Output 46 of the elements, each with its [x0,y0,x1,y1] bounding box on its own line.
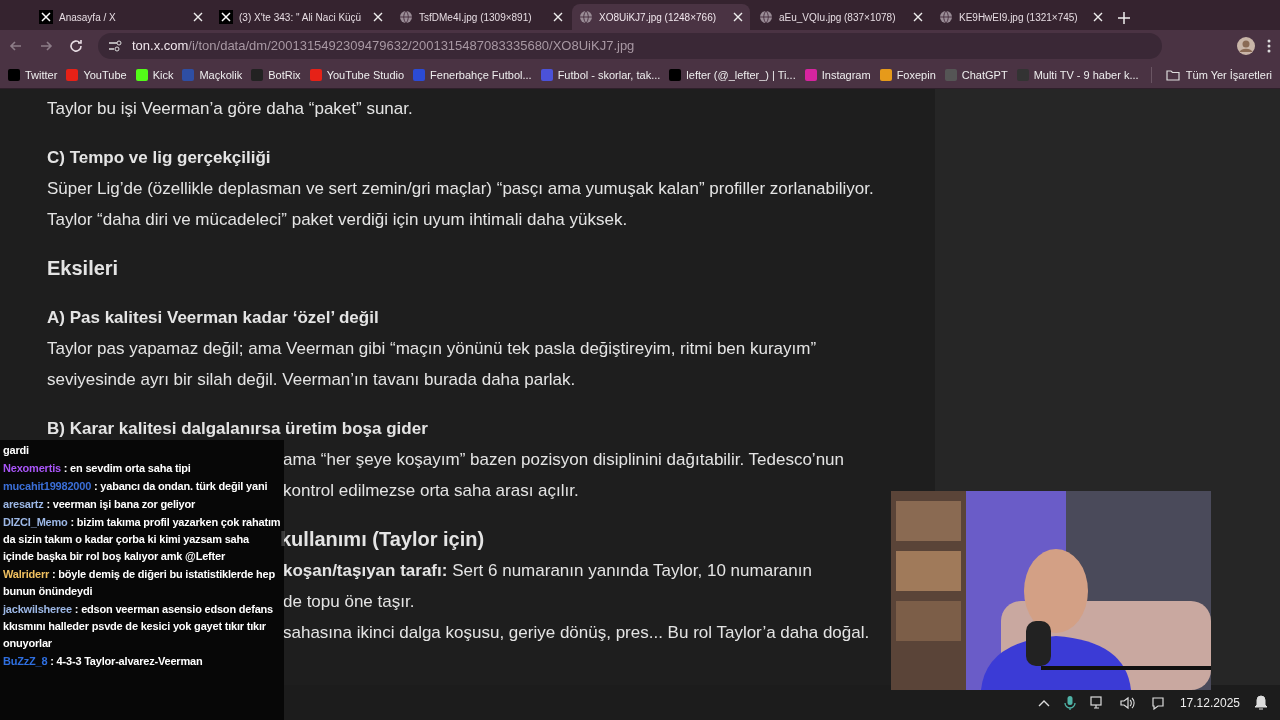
taskbar-date: 17.12.2025 [1179,694,1240,712]
bookmark-link[interactable]: Fenerbahçe Futbol... [413,66,532,84]
all-bookmarks-button[interactable]: Tüm Yer İşaretleri [1165,66,1272,84]
browser-tab[interactable]: (3) X'te 343: " Ali Naci Küçü [212,4,390,30]
browser-tab[interactable]: XO8UiKJ7.jpg (1248×766) [572,4,750,30]
browser-tab[interactable]: KE9HwEI9.jpg (1321×745) [932,4,1110,30]
bookmark-link[interactable]: Maçkolik [182,66,243,84]
chat-message: aresartz : veerman işi bana zor geliyor [3,497,197,512]
chat-message: Walriderr : böyle demiş de diğeri bu istatistiklerde hep bunun önündeydi [3,567,277,599]
bookmark-link[interactable]: Foxepin [879,66,936,84]
bookmark-link[interactable]: Multi TV - 9 haber k... [1016,66,1139,84]
browser-tab[interactable]: TsfDMe4I.jpg (1309×891) [392,4,570,30]
document-text: Taylor “daha diri ve mücadeleci” paket verdiği için uyum ihtimali daha yüksek. [47,210,628,229]
bookmark-link[interactable]: BotRix [251,66,301,84]
browser-tab[interactable]: aEu_VQIu.jpg (837×1078) [752,4,930,30]
bookmark-link[interactable]: ChatGPT [944,66,1008,84]
document-text: ama “her şeye koşayım” bazen pozisyon disiplinini dağıtabilir. Tedesco’nun [283,450,844,469]
document-text: Süper Lig’de (özellikle deplasman ve sert zemin/gri maçlar) “pasçı ama yumuşak kalan” profiller zorlanabiliyor. [47,179,874,198]
section-heading: Eksileri [47,257,119,279]
url-text: ton.x.com/i/ton/data/dm/2001315492309479632/2001315487083335680/XO8UiKJ7.jpg [132,37,635,56]
address-bar[interactable]: ton.x.com/i/ton/data/dm/2001315492309479632/2001315487083335680/XO8UiKJ7.jpg [98,33,1162,59]
section-heading: kullanımı (Taylor için) [280,528,485,550]
chat-message: mucahit19982000 : yabancı da ondan. türk değil yani [3,479,269,494]
bookmark-link[interactable]: lefter (@_lefter_) | Ti... [669,66,796,84]
bookmark-link[interactable]: YouTube Studio [309,66,405,84]
chat-message: gardi [3,443,30,458]
browser-tab[interactable]: Anasayfa / X [32,4,210,30]
document-text: seviyesinde ayrı bir silah değil. Veerman’ın tavanı burada daha parlak. [47,370,576,389]
bookmark-link[interactable]: Futbol - skorlar, tak... [540,66,661,84]
document-text: de topu öne taşır. [283,592,415,611]
chat-message: Nexomertis : en sevdim orta saha tipi [3,461,192,476]
bookmark-link[interactable]: Instagram [804,66,871,84]
section-subheading: A) Pas kalitesi Veerman kadar ‘özel’ değil [47,308,379,327]
document-text: sahasına ikinci dalga koşusu, geriye dönüş, pres... Bu rol Taylor’a daha doğal. [283,623,870,642]
document-text: Taylor pas yapamaz değil; ama Veerman gibi “maçın yönünü tek pasla değiştireyim, ritmi ben kurayım” [47,339,817,358]
bookmark-link[interactable]: YouTube [66,66,127,84]
section-subheading: B) Karar kalitesi dalgalanırsa üretim boşa gider [47,419,428,438]
document-text: koşan/taşıyan tarafı: Sert 6 numaranın yanında Taylor, 10 numaranın [283,561,812,580]
chat-message: DIZCI_Memo : bizim takıma profil yazarken çok rahatım da sizin takım o kadar çorba ki kimi yazsam saha içinde başka bir rol boş kalıyor amk @Lefter [3,515,281,564]
section-subheading: C) Tempo ve lig gerçekçiliği [47,148,271,167]
document-text: kontrol edilmezse orta saha arası açılır. [283,481,579,500]
bookmark-link[interactable]: Kick [135,66,174,84]
chat-message: BuZzZ_8 : 4-3-3 Taylor-alvarez-Veerman [3,654,204,669]
bookmark-link[interactable]: Twitter [8,66,58,84]
chat-message: jackwilsheree : edson veerman asensio edson defans kkısmını halleder psvde de kesici yok gayet tıkır tıkır onuyorlar [3,602,274,651]
document-text: Taylor bu işi Veerman’a göre daha “paket” sunar. [47,99,413,118]
